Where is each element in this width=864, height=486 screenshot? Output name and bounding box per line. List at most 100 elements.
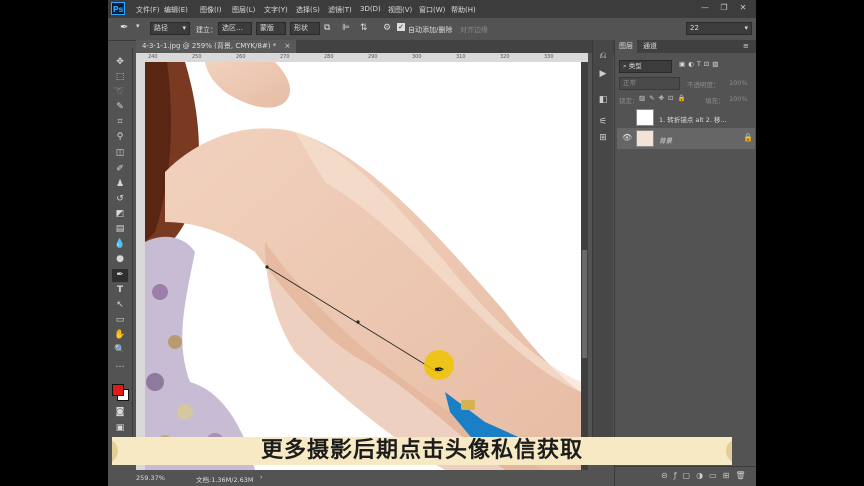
move-icon[interactable]: ✥ xyxy=(112,56,128,69)
blur-icon[interactable]: 💧 xyxy=(112,238,128,251)
layer-thumbnail xyxy=(636,109,654,126)
marquee-icon[interactable]: ⬚ xyxy=(112,71,128,84)
panel-menu-icon[interactable]: ≡ xyxy=(739,40,753,53)
document-tab-title: 4-3-1-1.jpg @ 259% (背景, CMYK/8#) * xyxy=(142,42,277,50)
tab-layers[interactable]: 图层 xyxy=(615,40,637,53)
ruler-label: 300 xyxy=(412,54,422,60)
document-tab[interactable]: 4-3-1-1.jpg @ 259% (背景, CMYK/8#) * × xyxy=(136,40,297,53)
shape-button[interactable]: 形状 xyxy=(290,22,320,35)
dodge-icon[interactable]: ● xyxy=(112,253,128,266)
type-icon[interactable]: T xyxy=(112,284,128,297)
vertical-scrollbar[interactable] xyxy=(581,62,588,470)
blend-mode-select[interactable]: 正常 xyxy=(619,77,680,90)
mode-select[interactable]: 路径 ▾ xyxy=(150,22,190,35)
close-icon[interactable]: ✕ xyxy=(736,2,750,14)
minimize-icon[interactable]: — xyxy=(698,2,712,14)
filter-icons[interactable]: ▣◐T⊡▧ xyxy=(679,60,721,68)
menu-edit[interactable]: 编辑(E) xyxy=(164,5,188,15)
path-select-icon[interactable]: ↖ xyxy=(112,299,128,312)
layer-row[interactable]: 1. 转折锚点 alt 2. 移... xyxy=(617,107,755,129)
status-bar: 259.37% 文档:1.36M/2.63M › xyxy=(132,470,588,486)
layer-footer-icons[interactable]: ⊝ƒ▢◑▭⊞🗑 xyxy=(661,471,751,480)
close-icon[interactable]: × xyxy=(284,42,290,50)
mask-button[interactable]: 蒙版 xyxy=(256,22,286,35)
crop-icon[interactable]: ⌗ xyxy=(112,116,128,129)
quick-select-icon[interactable]: ✎ xyxy=(112,101,128,114)
selection-button[interactable]: 选区… xyxy=(218,22,252,35)
menu-type[interactable]: 文字(Y) xyxy=(264,5,288,15)
layer-row-background[interactable]: 👁 背景 🔒 xyxy=(617,128,755,149)
ruler-label: 280 xyxy=(324,54,334,60)
fill-value[interactable]: 100% xyxy=(729,95,748,103)
path-align-icon[interactable]: ⊫ xyxy=(342,23,350,33)
gradient-icon[interactable]: ▤ xyxy=(112,223,128,236)
photo-image: ✒ xyxy=(145,62,581,470)
gear-icon[interactable]: ⚙ xyxy=(383,23,391,33)
workspace-select[interactable]: 22 ▾ xyxy=(686,22,752,35)
history-brush-icon[interactable]: ↺ xyxy=(112,193,128,206)
ruler-label: 260 xyxy=(236,54,246,60)
menu-select[interactable]: 选择(S) xyxy=(296,5,320,15)
pen-icon[interactable]: ✒ xyxy=(112,269,128,282)
ruler-label: 240 xyxy=(148,54,158,60)
stamp-icon[interactable]: ♟ xyxy=(112,178,128,191)
menu-image[interactable]: 图像(I) xyxy=(200,5,222,15)
layer-filter-row: ⌕ 类型 ▣◐T⊡▧ xyxy=(617,60,755,73)
filter-kind-select[interactable]: ⌕ 类型 xyxy=(619,60,672,73)
photoshop-window: Ps 文件(F) 编辑(E) 图像(I) 图层(L) 文字(Y) 选择(S) 滤… xyxy=(108,0,756,486)
maximize-icon[interactable]: ❐ xyxy=(717,2,731,14)
menu-filter[interactable]: 滤镜(T) xyxy=(328,5,352,15)
document-tab-bar: 4-3-1-1.jpg @ 259% (背景, CMYK/8#) * × xyxy=(136,40,616,53)
tab-channels[interactable]: 通道 xyxy=(639,40,661,53)
eyedropper-icon[interactable]: ⚲ xyxy=(112,131,128,144)
actions-icon[interactable]: ▶ xyxy=(596,68,610,80)
menu-window[interactable]: 窗口(W) xyxy=(419,5,445,15)
foreground-color-swatch[interactable] xyxy=(112,384,124,396)
path-ops-icon[interactable]: ⧉ xyxy=(324,23,330,33)
brush-icon[interactable]: ✐ xyxy=(112,163,128,176)
opacity-label: 不透明度： xyxy=(687,81,720,89)
scrollbar-thumb[interactable] xyxy=(582,250,587,358)
menu-file[interactable]: 文件(F) xyxy=(136,5,160,15)
ruler-label: 270 xyxy=(280,54,290,60)
collapsed-panels-dock: ⎌ ▶ ◧ ⚟ ⊞ xyxy=(592,40,613,440)
ruler-top: 240 250 260 270 280 290 300 310 320 330 xyxy=(136,53,588,62)
quick-mask-icon[interactable]: ◙ xyxy=(112,406,128,419)
rectangle-icon[interactable]: ▭ xyxy=(112,314,128,327)
chevron-down-icon[interactable]: ▾ xyxy=(136,22,140,30)
menu-view[interactable]: 视图(V) xyxy=(388,5,412,15)
eye-icon[interactable]: 👁 xyxy=(622,133,632,142)
layers-panel: 图层 通道 ≡ ⌕ 类型 ▣◐T⊡▧ 正常 不透明度： 100% 锁定： ▨✎✥… xyxy=(614,40,756,486)
ruler-label: 330 xyxy=(544,54,554,60)
path-arrange-icon[interactable]: ⇅ xyxy=(360,23,368,33)
zoom-level[interactable]: 259.37% xyxy=(136,474,165,482)
lasso-icon[interactable]: ➰ xyxy=(112,86,128,99)
eraser-icon[interactable]: ◩ xyxy=(112,208,128,221)
menu-bar: Ps 文件(F) 编辑(E) 图像(I) 图层(L) 文字(Y) 选择(S) 滤… xyxy=(108,0,756,18)
document-canvas[interactable]: ✒ xyxy=(145,62,581,470)
layer-name: 1. 转折锚点 alt 2. 移... xyxy=(659,116,727,124)
hand-icon[interactable]: ✋ xyxy=(112,329,128,342)
history-icon[interactable]: ⎌ xyxy=(596,50,610,62)
promo-banner: 更多摄影后期点击头像私信获取 xyxy=(112,432,732,470)
auto-add-checkbox[interactable]: ✓ xyxy=(397,23,405,31)
ruler-label: 290 xyxy=(368,54,378,60)
tools-panel: ✥ ⬚ ➰ ✎ ⌗ ⚲ ◫ ✐ ♟ ↺ ◩ ▤ 💧 ● ✒ T ↖ ▭ ✋ 🔍 … xyxy=(108,48,133,440)
chevron-right-icon[interactable]: › xyxy=(260,473,263,481)
adjustments-icon[interactable]: ⚟ xyxy=(596,116,610,128)
layer-thumbnail xyxy=(636,130,654,147)
menu-3d[interactable]: 3D(D) xyxy=(360,5,381,13)
menu-help[interactable]: 帮助(H) xyxy=(451,5,476,15)
pen-icon[interactable]: ✒ xyxy=(120,22,128,33)
zoom-icon[interactable]: 🔍 xyxy=(112,344,128,357)
healing-icon[interactable]: ◫ xyxy=(112,147,128,160)
paths-icon[interactable]: ⊞ xyxy=(596,132,610,144)
chevron-down-icon: ▾ xyxy=(744,24,748,32)
opacity-value[interactable]: 100% xyxy=(729,79,748,87)
blend-row: 正常 不透明度： 100% xyxy=(617,77,755,90)
properties-icon[interactable]: ◧ xyxy=(596,94,610,106)
document-info: 文档:1.36M/2.63M xyxy=(196,476,254,484)
menu-layer[interactable]: 图层(L) xyxy=(232,5,255,15)
more-tools-icon[interactable]: … xyxy=(112,359,128,372)
lock-icons[interactable]: ▨✎✥⊡🔒 xyxy=(639,94,690,102)
